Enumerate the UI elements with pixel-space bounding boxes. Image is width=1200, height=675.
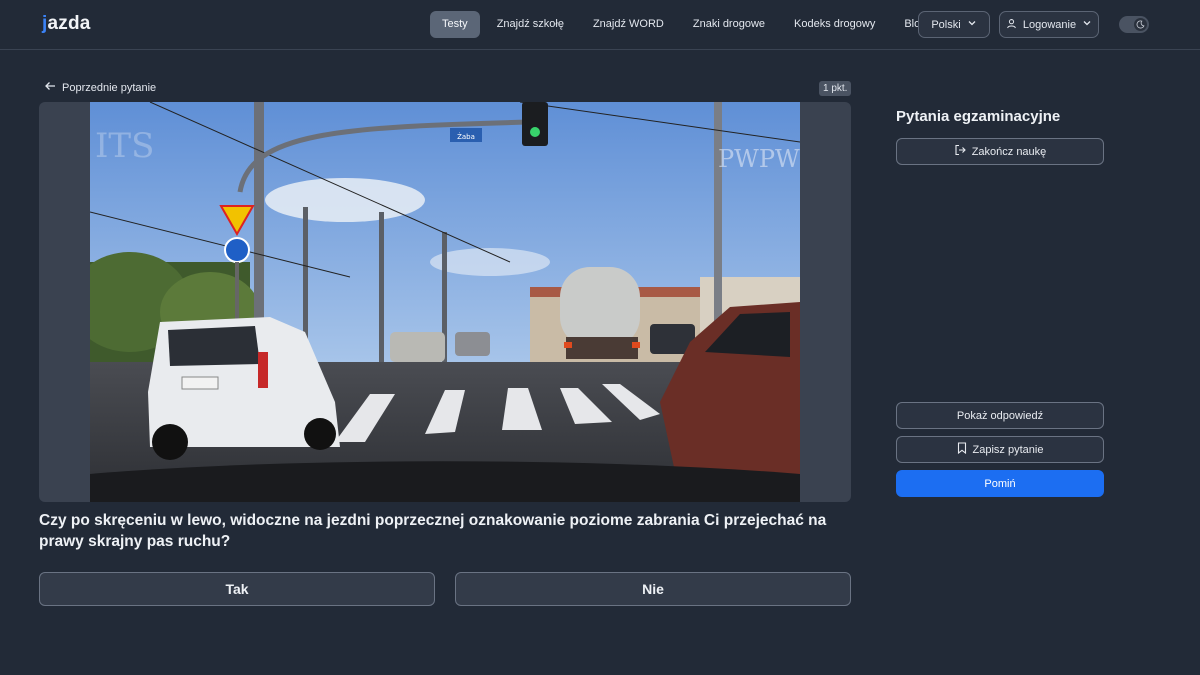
watermark-right: PWPW bbox=[718, 145, 800, 173]
login-button[interactable]: Logowanie bbox=[999, 11, 1099, 38]
login-label: Logowanie bbox=[1022, 18, 1077, 31]
question-text: Czy po skręceniu w lewo, widoczne na jez… bbox=[39, 512, 827, 550]
street-sign-text: Żaba bbox=[457, 132, 475, 141]
chevron-down-icon bbox=[1082, 18, 1092, 31]
language-select[interactable]: Polski bbox=[918, 11, 990, 38]
theme-toggle[interactable] bbox=[1119, 16, 1149, 33]
main-nav: Testy Znajdź szkołę Znajdź WORD Znaki dr… bbox=[430, 11, 938, 38]
answer-yes-button[interactable]: Tak bbox=[39, 572, 435, 606]
nav-item-znaki-drogowe[interactable]: Znaki drogowe bbox=[681, 11, 777, 38]
nav-item-kodeks-drogowy[interactable]: Kodeks drogowy bbox=[782, 11, 887, 38]
nav-item-znajdz-word[interactable]: Znajdź WORD bbox=[581, 11, 676, 38]
answer-no-button[interactable]: Nie bbox=[455, 572, 851, 606]
nav-item-testy[interactable]: Testy bbox=[430, 11, 480, 38]
logout-icon bbox=[954, 144, 966, 159]
bookmark-icon bbox=[957, 442, 967, 457]
skip-button[interactable]: Pomiń bbox=[896, 470, 1104, 497]
moon-icon bbox=[1134, 18, 1147, 31]
end-learning-label: Zakończ naukę bbox=[971, 145, 1047, 158]
logo[interactable]: jazda bbox=[42, 12, 91, 36]
top-navbar: jazda Testy Znajdź szkołę Znajdź WORD Zn… bbox=[0, 0, 1200, 50]
question-image: Żaba ITS PWPW bbox=[90, 102, 800, 502]
user-icon bbox=[1006, 18, 1017, 32]
nav-item-znajdz-szkole[interactable]: Znajdź szkołę bbox=[485, 11, 576, 38]
arrow-left-icon bbox=[44, 81, 56, 94]
previous-question-link[interactable]: Poprzednie pytanie bbox=[44, 81, 156, 94]
language-label: Polski bbox=[931, 18, 961, 31]
points-badge: 1 pkt. bbox=[819, 81, 852, 96]
end-learning-button[interactable]: Zakończ naukę bbox=[896, 138, 1104, 165]
previous-question-label: Poprzednie pytanie bbox=[62, 81, 157, 94]
watermark-left: ITS bbox=[95, 126, 154, 166]
show-answer-button[interactable]: Pokaż odpowiedź bbox=[896, 402, 1104, 429]
chevron-down-icon bbox=[967, 18, 977, 31]
save-question-label: Zapisz pytanie bbox=[972, 443, 1044, 456]
save-question-button[interactable]: Zapisz pytanie bbox=[896, 436, 1104, 463]
question-media: Żaba ITS PWPW bbox=[39, 102, 851, 502]
sidebar-title: Pytania egzaminacyjne bbox=[896, 108, 1061, 125]
logo-text: jazda bbox=[42, 13, 91, 34]
